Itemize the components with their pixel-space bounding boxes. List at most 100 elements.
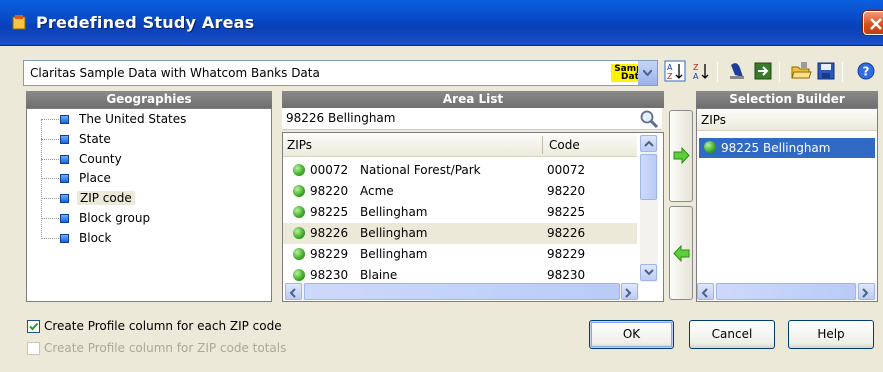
- node-icon: [60, 135, 69, 144]
- help-button[interactable]: Help: [788, 320, 874, 349]
- table-row[interactable]: 98225 Bellingham 98225: [283, 202, 637, 223]
- selection-builder-header: Selection Builder: [696, 91, 878, 108]
- scroll-thumb[interactable]: [640, 154, 657, 200]
- remove-from-selection-button[interactable]: [669, 206, 693, 300]
- column-header-zips[interactable]: ZIPs: [697, 109, 877, 131]
- node-icon: [60, 155, 69, 164]
- cancel-button[interactable]: Cancel: [689, 320, 775, 349]
- selection-builder-list: ZIPs 98225 Bellingham: [696, 108, 878, 302]
- dataset-value: Claritas Sample Data with Whatcom Banks …: [30, 66, 320, 80]
- table-row[interactable]: 98226 Bellingham 98226: [283, 223, 637, 244]
- scroll-right-button[interactable]: [858, 283, 875, 300]
- arrow-left-icon: [673, 245, 690, 262]
- scroll-left-button[interactable]: [697, 283, 714, 300]
- chevron-up-icon: [644, 140, 654, 147]
- column-header-zips[interactable]: ZIPs: [283, 133, 545, 157]
- svg-text:Z: Z: [693, 63, 699, 72]
- tree-item-label: ZIP code: [77, 191, 135, 205]
- save-icon: [817, 62, 835, 80]
- status-dot-icon: [704, 141, 716, 153]
- export-icon: [754, 62, 772, 80]
- svg-text:?: ?: [863, 65, 870, 79]
- node-icon: [60, 115, 69, 124]
- chevron-down-icon: [644, 269, 654, 276]
- scroll-thumb[interactable]: [716, 283, 856, 300]
- scroll-up-button[interactable]: [640, 135, 657, 152]
- tree-item-label: County: [79, 152, 122, 166]
- profile-totals-checkbox[interactable]: [27, 342, 40, 355]
- tree-item-block[interactable]: Block: [27, 229, 267, 249]
- node-icon: [60, 194, 69, 203]
- node-icon: [60, 234, 69, 243]
- tree-item-zip-code[interactable]: ZIP code: [27, 189, 267, 209]
- checkmark-icon: [29, 322, 39, 331]
- status-dot-icon: [293, 227, 305, 239]
- column-header-code[interactable]: Code: [545, 133, 637, 157]
- horizontal-scrollbar[interactable]: [285, 283, 639, 300]
- sort-ascending-button[interactable]: A Z: [664, 60, 686, 82]
- ok-button[interactable]: OK: [589, 320, 674, 349]
- profile-each-checkbox[interactable]: [27, 320, 40, 333]
- sort-ascending-icon: A Z: [664, 60, 686, 82]
- status-dot-icon: [293, 185, 305, 197]
- tree-item-county[interactable]: County: [27, 150, 267, 170]
- svg-text:A: A: [667, 63, 673, 72]
- scroll-left-button[interactable]: [285, 283, 302, 300]
- tree-item-label: State: [79, 132, 111, 146]
- tree-item-label: The United States: [79, 112, 187, 126]
- tree-item-block-group[interactable]: Block group: [27, 209, 267, 229]
- save-button[interactable]: [815, 60, 837, 82]
- toolbar: Claritas Sample Data with Whatcom Banks …: [0, 54, 883, 88]
- export-button[interactable]: [752, 60, 774, 82]
- table-row[interactable]: 98220 Acme 98220: [283, 181, 637, 202]
- horizontal-scrollbar[interactable]: [697, 283, 877, 300]
- dataset-dropdown-button[interactable]: [638, 60, 658, 86]
- chevron-left-icon: [701, 288, 708, 298]
- status-dot-icon: [293, 269, 305, 281]
- dataset-select[interactable]: Claritas Sample Data with Whatcom Banks …: [23, 60, 658, 86]
- map-pin-button[interactable]: [726, 60, 748, 82]
- area-search-input[interactable]: 98226 Bellingham: [282, 108, 662, 130]
- chevron-down-icon: [643, 70, 652, 76]
- tree-item-place[interactable]: Place: [27, 169, 267, 189]
- sort-descending-icon: Z A: [693, 63, 709, 81]
- search-icon[interactable]: [639, 109, 659, 129]
- svg-text:A: A: [693, 72, 699, 81]
- area-list-table: ZIPs Code 00072 National Forest/Park 000…: [282, 132, 664, 302]
- scroll-down-button[interactable]: [640, 264, 657, 281]
- area-list-header: Area List: [282, 91, 664, 108]
- scroll-thumb[interactable]: [304, 283, 620, 300]
- area-search-value: 98226 Bellingham: [286, 111, 396, 125]
- table-row[interactable]: 00072 National Forest/Park 00072: [283, 160, 637, 181]
- chevron-left-icon: [289, 288, 296, 298]
- sort-descending-button[interactable]: Z A: [690, 60, 712, 82]
- close-icon: [870, 18, 882, 30]
- node-icon: [60, 174, 69, 183]
- tree-item-label: Block: [79, 231, 112, 245]
- app-icon: [12, 15, 26, 30]
- help-icon: ?: [857, 62, 875, 80]
- title-bar: Predefined Study Areas: [0, 0, 883, 46]
- open-folder-button[interactable]: [790, 60, 812, 82]
- svg-text:Z: Z: [667, 72, 673, 81]
- status-dot-icon: [293, 206, 305, 218]
- node-icon: [60, 214, 69, 223]
- chevron-right-icon: [625, 288, 632, 298]
- tree-item-the-united-states[interactable]: The United States: [27, 110, 267, 130]
- toolbar-separator: [779, 62, 780, 82]
- close-button[interactable]: [863, 11, 883, 35]
- list-item[interactable]: 98225 Bellingham: [699, 138, 875, 158]
- table-row[interactable]: 98229 Bellingham 98229: [283, 244, 637, 265]
- tree-item-label: Place: [79, 171, 111, 185]
- status-dot-icon: [293, 248, 305, 260]
- vertical-scrollbar[interactable]: [640, 135, 658, 282]
- help-toolbar-button[interactable]: ?: [855, 60, 877, 82]
- scroll-right-button[interactable]: [621, 283, 638, 300]
- tree-item-label: Block group: [79, 211, 151, 225]
- tree-item-state[interactable]: State: [27, 130, 267, 150]
- status-dot-icon: [293, 164, 305, 176]
- profile-each-label: Create Profile column for each ZIP code: [44, 319, 282, 333]
- geographies-tree: The United States State County Place ZIP…: [26, 108, 272, 302]
- add-to-selection-button[interactable]: [669, 110, 693, 202]
- open-folder-icon: [791, 62, 812, 79]
